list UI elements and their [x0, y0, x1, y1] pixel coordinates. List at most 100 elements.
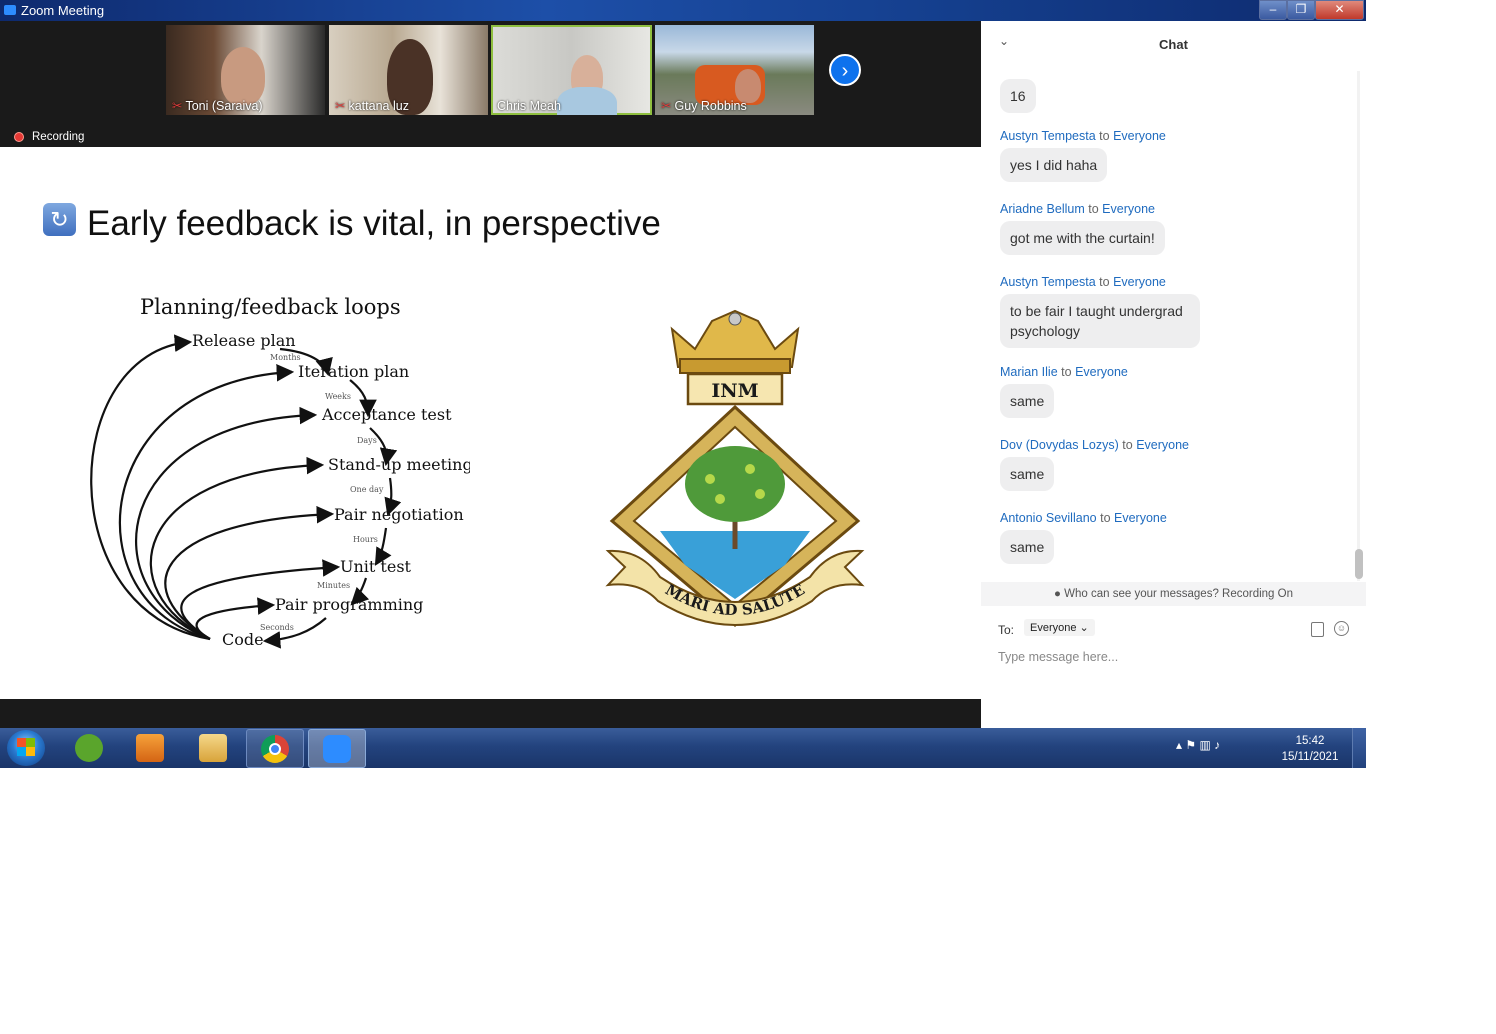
- system-tray-icons[interactable]: ▴ ⚑ ▥ ♪: [1176, 738, 1220, 752]
- scrollbar-track[interactable]: [1357, 71, 1360, 581]
- folder-icon: [199, 734, 227, 762]
- participant-tile[interactable]: ✂ Guy Robbins: [655, 25, 814, 115]
- chat-recipient: Everyone: [1136, 438, 1190, 452]
- restore-button[interactable]: ❐: [1287, 0, 1315, 20]
- interval-label: Seconds: [260, 623, 294, 632]
- chat-title: Chat: [1159, 37, 1188, 52]
- chrome-icon: [261, 735, 289, 763]
- mic-muted-icon: ✂: [172, 99, 183, 113]
- mic-muted-icon: ✂: [335, 99, 346, 113]
- visibility-icon: ●: [1054, 588, 1061, 600]
- chat-sender[interactable]: Austyn Tempesta: [1000, 275, 1096, 289]
- loop-arrow: [118, 363, 295, 641]
- participant-tile[interactable]: ✂ Toni (Saraiva): [166, 25, 325, 115]
- participant-name: Guy Robbins: [674, 99, 747, 113]
- chat-sender[interactable]: Dov (Dovydas Lozys): [1000, 438, 1119, 452]
- participant-name: Toni (Saraiva): [185, 99, 263, 113]
- inm-crest-logo: INM E MARI AD SALUTEM: [600, 309, 865, 627]
- chat-messages: 16 Austyn Tempesta to Everyone yes I did…: [981, 68, 1353, 578]
- file-icon[interactable]: [1311, 622, 1324, 637]
- chat-message-header: Dov (Dovydas Lozys) to Everyone: [1000, 438, 1190, 452]
- participant-name: Chris Meah: [497, 99, 561, 113]
- taskbar-evernote[interactable]: [61, 729, 117, 766]
- naval-crown: [670, 309, 800, 374]
- chat-sender[interactable]: Austyn Tempesta: [1000, 129, 1096, 143]
- diagram-step: Release plan: [192, 331, 296, 350]
- chat-recipient: Everyone: [1102, 202, 1155, 216]
- media-player-icon: [136, 734, 164, 762]
- chat-message-bubble: yes I did haha: [1000, 148, 1108, 182]
- taskbar-zoom[interactable]: [308, 729, 366, 768]
- chat-message-header: Austyn Tempesta to Everyone: [1000, 129, 1166, 143]
- chat-message-bubble: got me with the curtain!: [1000, 221, 1165, 255]
- chat-sender[interactable]: Marian Ilie: [1000, 365, 1058, 379]
- show-desktop-button[interactable]: [1352, 728, 1366, 768]
- zoom-icon: [323, 735, 351, 763]
- participant-tile[interactable]: ✂ kattana luz: [329, 25, 488, 115]
- windows-logo-icon: [17, 738, 35, 756]
- chat-sender[interactable]: Ariadne Bellum: [1000, 202, 1085, 216]
- chat-recipient: Everyone: [1114, 511, 1167, 525]
- mic-muted-icon: ✂: [661, 99, 672, 113]
- diagram-step: Stand-up meeting: [328, 455, 470, 474]
- next-participants-button[interactable]: ›: [829, 54, 861, 86]
- minimize-button[interactable]: –: [1259, 0, 1287, 20]
- chat-message-header: Austyn Tempesta to Everyone: [1000, 275, 1166, 289]
- start-button[interactable]: [7, 730, 45, 766]
- diagram-step: Acceptance test: [321, 405, 452, 424]
- chat-recipient: Everyone: [1113, 129, 1166, 143]
- taskbar-media-player[interactable]: [122, 729, 178, 766]
- taskbar-clock[interactable]: 15:42 15/11/2021: [1272, 733, 1348, 765]
- interval-label: One day: [350, 485, 384, 494]
- chat-message-bubble: 16: [1000, 79, 1036, 113]
- participant-tile-active-speaker[interactable]: Chris Meah: [491, 25, 652, 115]
- recording-label: Recording: [32, 131, 85, 143]
- chevron-down-icon: ⌄: [1079, 622, 1089, 634]
- to-label: To:: [998, 623, 1015, 637]
- scrollbar-thumb[interactable]: [1355, 549, 1363, 579]
- recording-indicator[interactable]: Recording: [14, 131, 84, 143]
- screen: Zoom Meeting – ❐ ✕ ✂ Toni (Saraiva) ✂ katt…: [0, 0, 1366, 768]
- participant-video: [221, 47, 265, 105]
- taskbar-chrome[interactable]: [246, 729, 304, 768]
- slide-title: Early feedback is vital, in perspective: [87, 204, 661, 243]
- chat-panel: ⌄ Chat 16 Austyn Tempesta to Everyone ye…: [981, 21, 1366, 728]
- chat-message-header: Antonio Sevillano to Everyone: [1000, 511, 1167, 525]
- interval-label: Hours: [353, 535, 378, 544]
- chat-message-bubble: same: [1000, 384, 1055, 418]
- diagram-step: Unit test: [340, 557, 412, 576]
- diagram-heading: Planning/feedback loops: [140, 295, 401, 319]
- taskbar-file-explorer[interactable]: [185, 729, 241, 766]
- chat-message-bubble: to be fair I taught undergrad psychology: [1000, 294, 1200, 348]
- participant-name: kattana luz: [348, 99, 409, 113]
- chat-message-header: Marian Ilie to Everyone: [1000, 365, 1128, 379]
- diagram-step: Pair negotiation: [334, 505, 464, 524]
- interval-label: Days: [357, 436, 377, 445]
- diagram-step: Iteration plan: [298, 362, 409, 381]
- diagram-step: Code: [222, 630, 264, 649]
- chat-message-input[interactable]: Type message here...: [998, 650, 1118, 664]
- evernote-icon: [75, 734, 103, 762]
- interval-label: Weeks: [325, 392, 351, 401]
- zoom-app-icon: [4, 5, 16, 15]
- close-button[interactable]: ✕: [1315, 0, 1364, 20]
- chat-sender[interactable]: Antonio Sevillano: [1000, 511, 1097, 525]
- feedback-loops-diagram: Planning/feedback loops Release plan Ite…: [90, 295, 470, 649]
- title-bar: Zoom Meeting – ❐ ✕: [0, 0, 1366, 21]
- chat-message-header: Ariadne Bellum to Everyone: [1000, 202, 1155, 216]
- shared-slide: ↻ Early feedback is vital, in perspectiv…: [0, 147, 981, 699]
- chat-recipient: Everyone: [1113, 275, 1166, 289]
- chat-message-bubble: same: [1000, 457, 1055, 491]
- interval-label: Months: [270, 353, 301, 362]
- crest-banner-text: INM: [711, 380, 758, 402]
- taskbar: ▴ ⚑ ▥ ♪ 15:42 15/11/2021: [0, 728, 1366, 768]
- clock-time: 15:42: [1295, 735, 1325, 747]
- clock-date: 15/11/2021: [1281, 751, 1339, 763]
- chat-recipient: Everyone: [1075, 365, 1128, 379]
- emoji-icon[interactable]: ☺: [1334, 621, 1349, 636]
- chat-visibility-note[interactable]: ● Who can see your messages? Recording O…: [981, 582, 1366, 606]
- recipient-select[interactable]: Everyone ⌄: [1024, 619, 1095, 636]
- recording-dot-icon: [14, 131, 24, 142]
- repeat-icon: ↻: [43, 203, 76, 236]
- chat-message-bubble: same: [1000, 530, 1055, 564]
